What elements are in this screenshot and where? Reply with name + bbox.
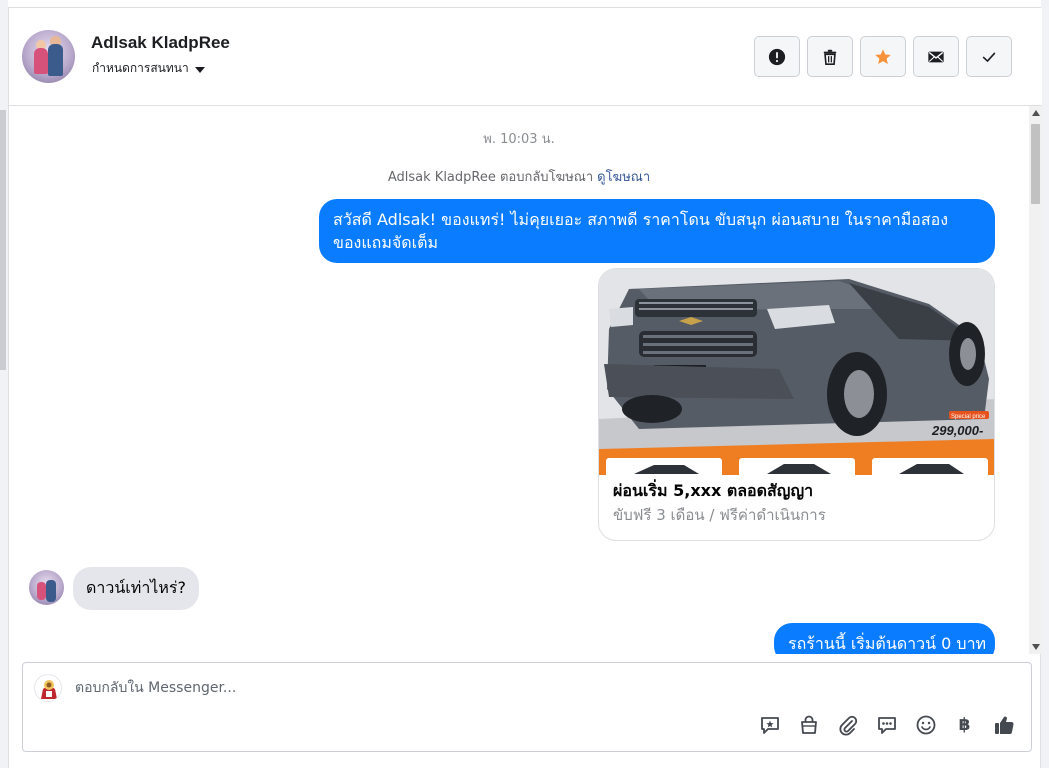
payment-button[interactable]: ฿ xyxy=(953,713,976,736)
chat-bubble-icon xyxy=(877,716,896,734)
chevron-down-icon xyxy=(194,66,205,73)
message-timestamp: พ. 10:03 น. xyxy=(483,132,555,147)
conversation-header: Adlsak KladpRee กำหนดการสนทนา xyxy=(9,8,1042,106)
page-logo-icon xyxy=(36,676,61,701)
alert-circle-icon xyxy=(768,48,786,65)
thread-scrollbar[interactable] xyxy=(1029,106,1042,654)
message-composer: ฿ xyxy=(22,662,1032,752)
shop-button[interactable] xyxy=(797,713,820,736)
smiley-icon xyxy=(916,715,935,734)
delete-button[interactable] xyxy=(807,36,853,77)
checkmark-icon xyxy=(982,52,996,62)
ad-card-subtitle: ขับฟรี 3 เดือน / ฟรีค่าดำเนินการ xyxy=(613,506,826,524)
scroll-up-arrow-icon[interactable] xyxy=(1032,110,1040,116)
assign-label: กำหนดการสนทนา xyxy=(92,61,189,75)
saved-reply-icon xyxy=(760,716,779,734)
price-badge-text: Special price xyxy=(951,414,986,420)
scroll-down-arrow-icon[interactable] xyxy=(1032,644,1040,650)
incoming-message[interactable]: ดาวน์เท่าไหร่? xyxy=(73,567,199,610)
ad-card-title: ผ่อนเริ่ม 5,xxx ตลอดสัญญา xyxy=(613,481,814,500)
contact-avatar-small xyxy=(29,570,64,605)
outgoing-message[interactable]: สวัสดี Adlsak! ของแทร่! ไม่คุยเยอะ สภาพด… xyxy=(319,199,995,263)
quick-reply-button[interactable] xyxy=(875,713,898,736)
envelope-icon xyxy=(928,51,944,62)
star-icon xyxy=(875,48,891,64)
shopping-bag-icon xyxy=(800,715,817,734)
assign-conversation-dropdown[interactable]: กำหนดการสนทนา xyxy=(92,59,205,78)
app-frame: Adlsak KladpRee กำหนดการสนทนา พ. 10:03 น… xyxy=(0,0,1049,768)
attach-button[interactable] xyxy=(836,713,859,736)
header-actions xyxy=(754,36,1012,77)
ad-reply-notice: Adlsak KladpRee ตอบกลับโฆษณา ดูโฆษณา xyxy=(9,166,1029,187)
mark-done-button[interactable] xyxy=(966,36,1012,77)
like-button[interactable] xyxy=(992,713,1015,736)
trash-icon xyxy=(823,49,837,65)
saved-reply-button[interactable] xyxy=(758,713,781,736)
reply-input[interactable] xyxy=(75,677,975,699)
view-ad-link[interactable]: ดูโฆษณา xyxy=(597,170,650,185)
composer-tools: ฿ xyxy=(758,713,1015,736)
star-button[interactable] xyxy=(860,36,906,77)
baht-icon: ฿ xyxy=(958,714,971,735)
conversation-panel: Adlsak KladpRee กำหนดการสนทนา พ. 10:03 น… xyxy=(8,8,1042,768)
paperclip-icon xyxy=(838,715,857,736)
price-text: 299,000- xyxy=(931,423,983,438)
outer-scroll-indicator xyxy=(0,110,6,370)
scroll-thumb[interactable] xyxy=(1031,124,1040,204)
outgoing-message[interactable]: รถร้านนี้ เริ่มต้นดาวน์ 0 บาท xyxy=(774,623,995,654)
report-spam-button[interactable] xyxy=(754,36,800,77)
ad-card-image[interactable]: Special price 299,000- xyxy=(599,269,994,475)
contact-avatar[interactable] xyxy=(22,30,75,83)
contact-name[interactable]: Adlsak KladpRee xyxy=(91,33,230,53)
top-edge xyxy=(8,0,1041,8)
thumbs-up-icon xyxy=(994,716,1014,734)
page-avatar xyxy=(34,674,62,702)
message-thread[interactable]: พ. 10:03 น. Adlsak KladpRee ตอบกลับโฆษณา… xyxy=(9,106,1029,654)
ad-reply-text: Adlsak KladpRee ตอบกลับโฆษณา xyxy=(387,170,594,185)
mark-unread-button[interactable] xyxy=(913,36,959,77)
ad-card[interactable]: Special price 299,000- ผ่อนเริ่ม 5,xxx ต… xyxy=(598,268,995,541)
emoji-button[interactable] xyxy=(914,713,937,736)
